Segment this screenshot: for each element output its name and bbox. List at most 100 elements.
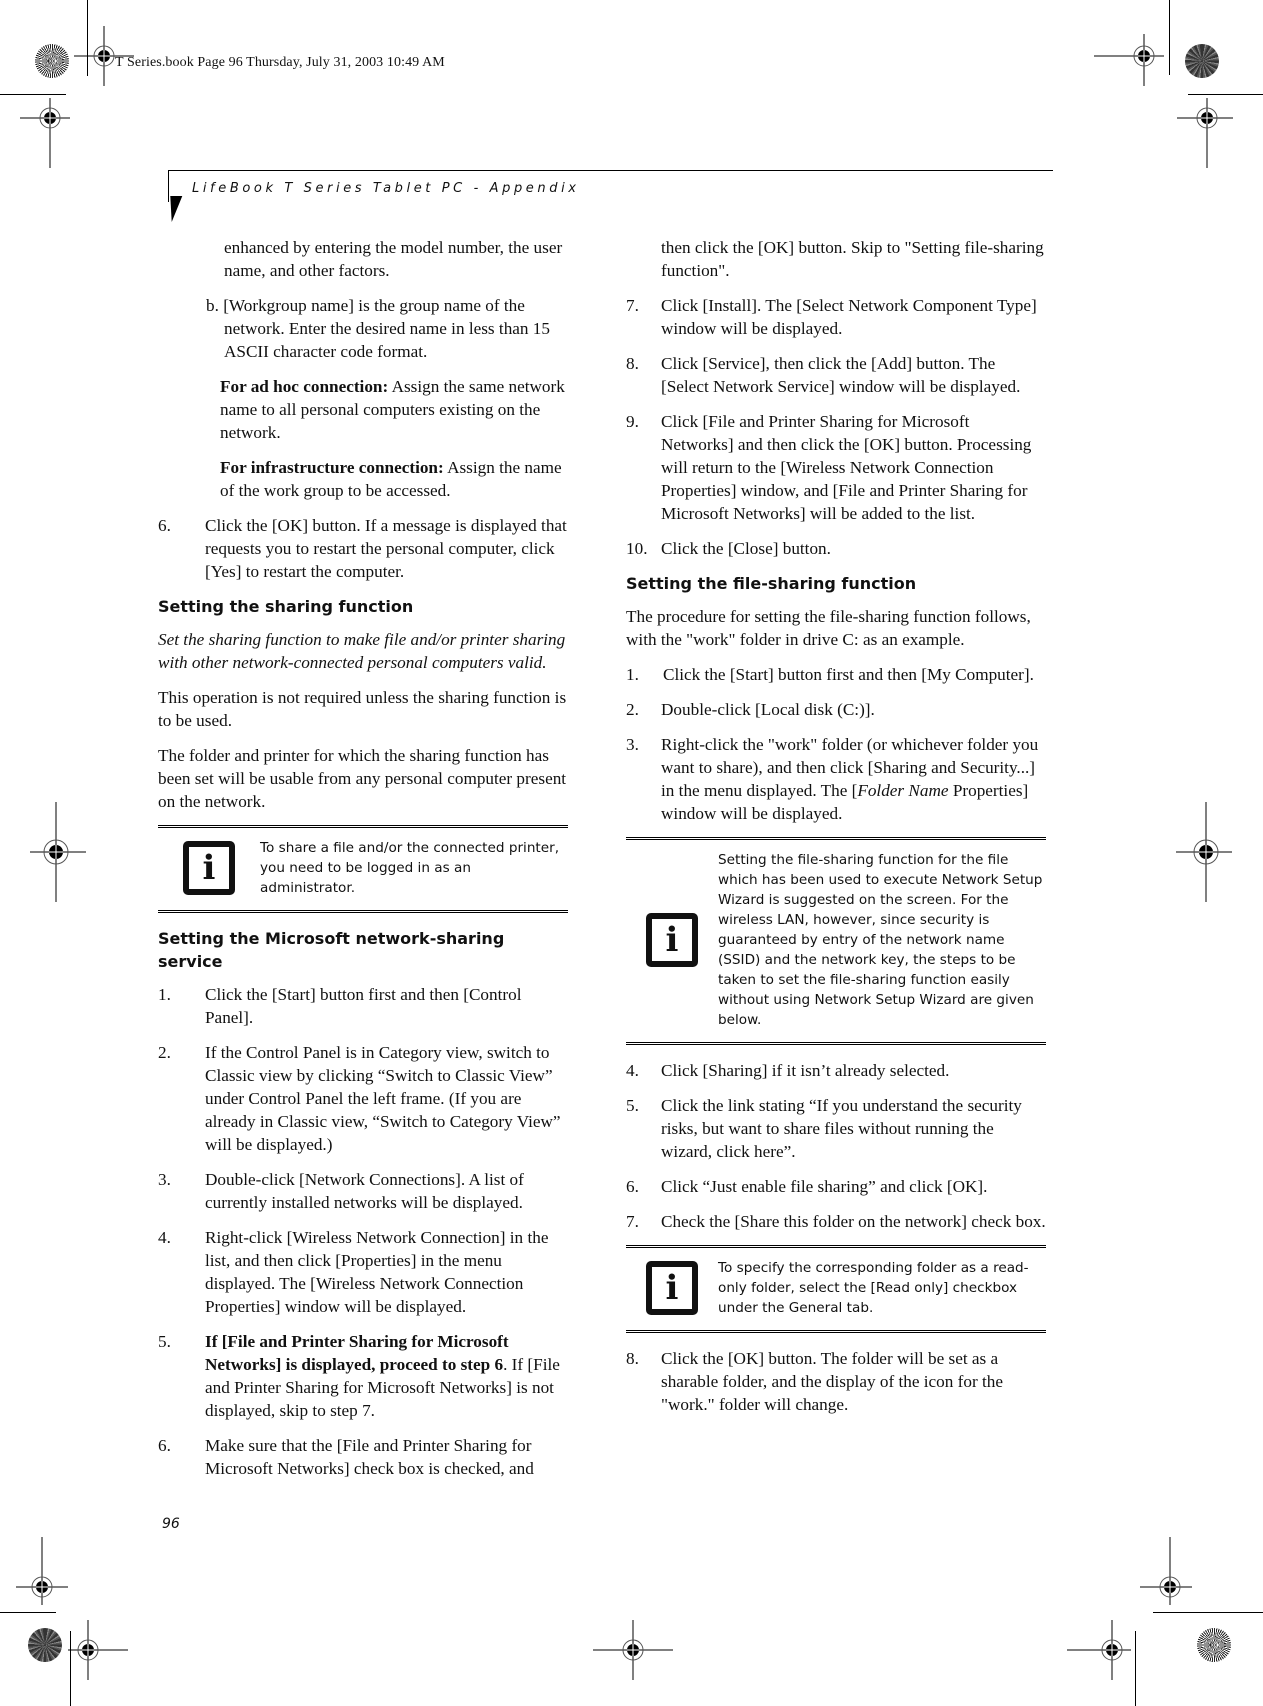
crop-line <box>1188 94 1263 95</box>
step-number: 6. <box>158 1436 171 1455</box>
info-icon: i <box>183 841 235 895</box>
file-steps-list-continued: 4. Click [Sharing] if it isn’t already se… <box>626 1059 1046 1233</box>
info-note: i To specify the corresponding folder as… <box>626 1245 1046 1333</box>
note-text: Setting the file-sharing function for th… <box>718 852 1043 1028</box>
infrastructure-note: For infrastructure connection: Assign th… <box>158 456 568 502</box>
adhoc-label: For ad hoc connection: <box>220 377 389 396</box>
step-number: 2. <box>626 700 639 719</box>
step-text: Double-click [Local disk (C:)]. <box>661 700 875 719</box>
info-icon: i <box>646 913 698 967</box>
section-intro: Set the sharing function to make file an… <box>158 630 566 672</box>
ms-steps-list: 1. Click the [Start] button first and the… <box>158 983 568 1480</box>
step-text: If [File and Printer Sharing for Microso… <box>205 1330 568 1422</box>
info-note: i Setting the file-sharing function for … <box>626 837 1046 1045</box>
list-item: 7. Check the [Share this folder on the ne… <box>626 1210 1046 1233</box>
crop-line <box>0 94 66 95</box>
list-item: 2. If the Control Panel is in Category vi… <box>158 1041 568 1156</box>
step-text: Click the [Close] button. <box>661 539 831 558</box>
right-column: then click the [OK] button. Skip to "Set… <box>626 236 1046 1428</box>
registration-target-icon <box>1177 98 1233 168</box>
note-text: To share a file and/or the connected pri… <box>260 840 560 896</box>
info-icon: i <box>646 1261 698 1315</box>
step-number: 6. <box>626 1177 639 1196</box>
list-item-b: b. [Workgroup name] is the group name of… <box>206 296 550 361</box>
crop-line <box>1153 1612 1263 1613</box>
list-item: 5. If [File and Printer Sharing for Micro… <box>158 1330 568 1422</box>
step-text: Click the link stating “If you understan… <box>661 1096 1022 1161</box>
step-text: Make sure that the [File and Printer Sha… <box>205 1436 534 1478</box>
step-number: 1. <box>158 985 171 1004</box>
step-number: 5. <box>158 1332 171 1351</box>
step-text: Click [Install]. The [Select Network Com… <box>661 296 1037 338</box>
step-number: 1. <box>626 665 639 684</box>
paragraph: The folder and printer for which the sha… <box>158 746 567 811</box>
step-text: Click [Sharing] if it isn’t already sele… <box>661 1061 950 1080</box>
step-text: Right-click the "work" folder (or whiche… <box>661 733 1046 825</box>
list-item: 9. Click [File and Printer Sharing for Mi… <box>626 410 1046 525</box>
step-text: Right-click [Wireless Network Connection… <box>205 1228 549 1316</box>
step-text: Click the [OK] button. The folder will b… <box>661 1349 1003 1414</box>
adhoc-note: For ad hoc connection: Assign the same n… <box>158 375 568 444</box>
list-item: 8. Click the [OK] button. The folder will… <box>626 1347 1046 1416</box>
step-text: Click [Service], then click the [Add] bu… <box>661 354 1021 396</box>
step-text: If the Control Panel is in Category view… <box>205 1043 561 1154</box>
info-note: i To share a file and/or the connected p… <box>158 825 568 913</box>
header-rule <box>168 170 169 202</box>
list-item: 1. Click the [Start] button first and the… <box>158 983 568 1029</box>
section-intro: The procedure for setting the file-shari… <box>626 607 1031 649</box>
step-number: 4. <box>158 1228 171 1247</box>
continuation-text: then click the [OK] button. Skip to "Set… <box>661 238 1044 280</box>
registration-target-icon <box>68 1620 128 1680</box>
step-number: 4. <box>626 1061 639 1080</box>
registration-target-icon <box>1094 34 1164 86</box>
running-header: LifeBook T Series Tablet PC - Appendix <box>192 181 580 196</box>
step-text: Double-click [Network Connections]. A li… <box>205 1170 524 1212</box>
registration-target-icon <box>1140 1537 1192 1605</box>
step-text: Check the [Share this folder on the netw… <box>661 1212 1046 1231</box>
infrastructure-label: For infrastructure connection: <box>220 458 444 477</box>
step-number: 8. <box>626 354 639 373</box>
step-bold-text: If [File and Printer Sharing for Microso… <box>205 1332 509 1374</box>
step-text: Click [File and Printer Sharing for Micr… <box>661 412 1032 523</box>
step-number: 9. <box>626 412 639 431</box>
step-text: Click “Just enable file sharing” and cli… <box>661 1177 988 1196</box>
step-number: 10. <box>626 539 648 558</box>
list-item: 6. Make sure that the [File and Printer S… <box>158 1434 568 1480</box>
step-number: 3. <box>158 1170 171 1189</box>
list-item: 6. Click “Just enable file sharing” and c… <box>626 1175 1046 1198</box>
note-text: To specify the corresponding folder as a… <box>718 1260 1029 1316</box>
step-number: 5. <box>626 1096 639 1115</box>
step-text: Click the [Start] button first and then … <box>663 665 1034 684</box>
step-italic-text: Folder Name <box>857 781 949 800</box>
registration-rosette-icon <box>35 44 69 78</box>
registration-rosette-icon <box>1197 1628 1231 1662</box>
paragraph: enhanced by entering the model number, t… <box>224 238 563 280</box>
registration-target-icon <box>16 1537 68 1605</box>
print-slug: T Series.book Page 96 Thursday, July 31,… <box>115 55 445 70</box>
list-item: 7. Click [Install]. The [Select Network C… <box>626 294 1046 340</box>
list-item: 4. Click [Sharing] if it isn’t already se… <box>626 1059 1046 1082</box>
list-item: 6. Click the [OK] button. If a message is… <box>158 514 568 583</box>
list-item: 3. Double-click [Network Connections]. A … <box>158 1168 568 1214</box>
list-item: 3. Right-click the "work" folder (or whic… <box>626 733 1046 825</box>
list-item: 10. Click the [Close] button. <box>626 537 1046 560</box>
step-number: 7. <box>626 296 639 315</box>
list-item: 4. Right-click [Wireless Network Connecti… <box>158 1226 568 1318</box>
file-steps-list: 1. Click the [Start] button first and the… <box>626 663 1046 825</box>
registration-target-icon <box>593 1620 673 1680</box>
registration-target-icon <box>1067 1620 1131 1680</box>
step-number: 8. <box>626 1349 639 1368</box>
list-item: 1. Click the [Start] button first and the… <box>626 663 1046 686</box>
step-number: 3. <box>626 735 639 754</box>
step-text: Click the [OK] button. If a message is d… <box>205 516 567 581</box>
registration-target-icon <box>30 802 86 902</box>
step-text: Click the [Start] button first and then … <box>205 985 522 1027</box>
registration-rosette-icon <box>1185 44 1219 78</box>
crop-line <box>0 1612 56 1613</box>
ms-steps-list-continued: 7. Click [Install]. The [Select Network C… <box>626 294 1046 560</box>
header-rule <box>168 170 1052 171</box>
crop-line <box>1169 0 1170 75</box>
step-number: 7. <box>626 1212 639 1231</box>
section-heading: Setting the file-sharing function <box>626 574 917 593</box>
list-item: 5. Click the link stating “If you underst… <box>626 1094 1046 1163</box>
